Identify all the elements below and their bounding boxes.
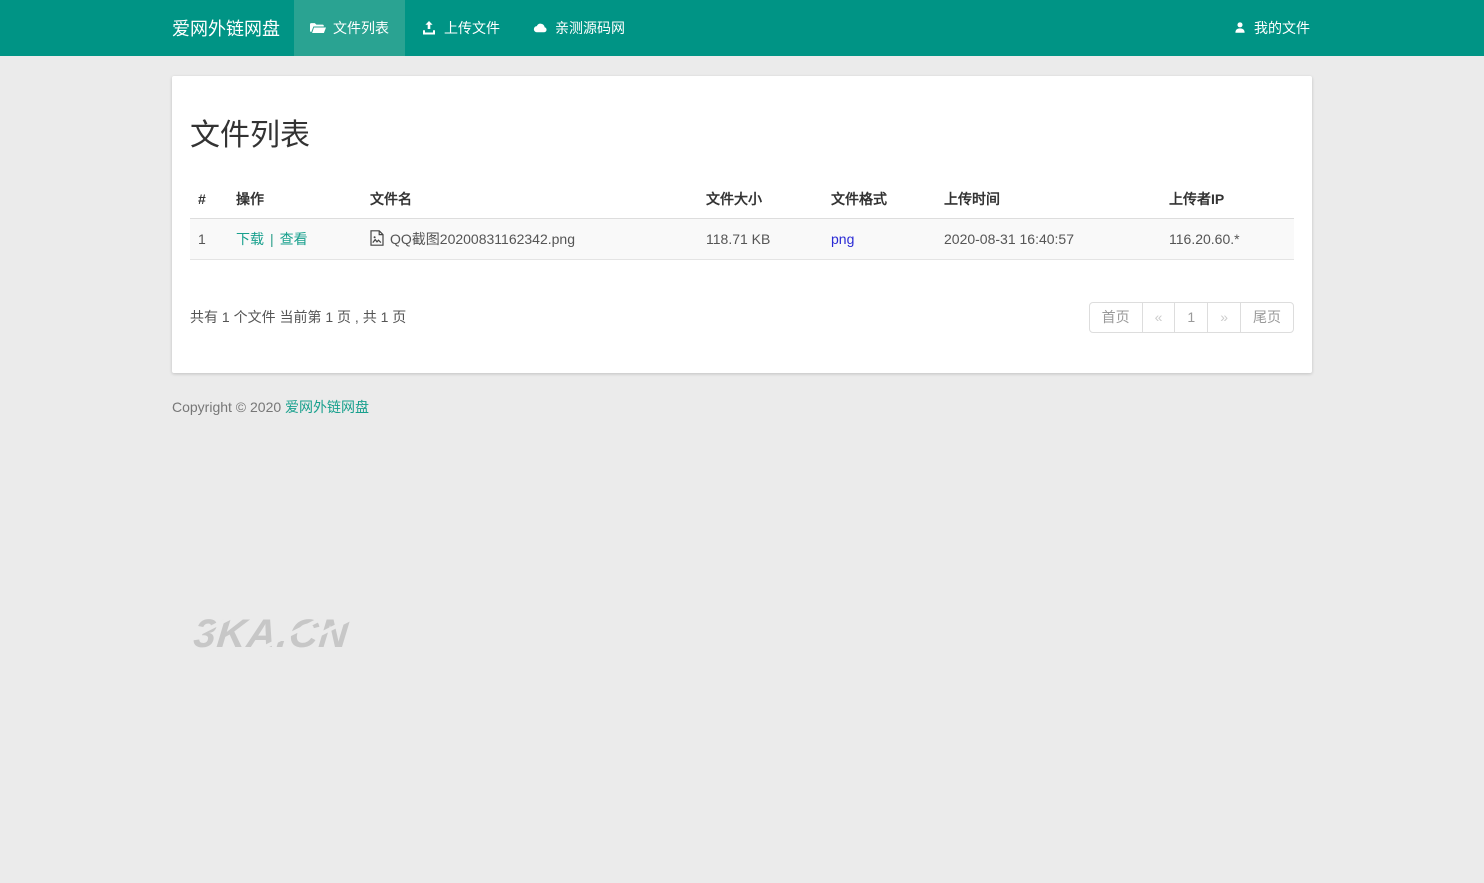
pagination-prev-button[interactable]: « xyxy=(1142,302,1176,333)
table-header-row: # 操作 文件名 文件大小 文件格式 上传时间 上传者IP xyxy=(190,180,1294,219)
pagination-last-button[interactable]: 尾页 xyxy=(1240,302,1294,333)
watermark-text: 3KA.CN xyxy=(192,612,352,656)
nav-item-source-site[interactable]: 亲测源码网 xyxy=(516,0,641,56)
header-file-format: 文件格式 xyxy=(823,180,936,219)
row-uploader-ip: 116.20.60.* xyxy=(1161,219,1294,260)
file-count-summary: 共有 1 个文件 当前第 1 页 , 共 1 页 xyxy=(190,307,406,327)
nav-item-label: 亲测源码网 xyxy=(555,18,625,38)
header-upload-time: 上传时间 xyxy=(936,180,1161,219)
header-file-name: 文件名 xyxy=(362,180,698,219)
row-index: 1 xyxy=(190,219,228,260)
nav-item-file-list[interactable]: 文件列表 xyxy=(294,0,405,56)
format-link[interactable]: png xyxy=(831,231,854,247)
view-link[interactable]: 查看 xyxy=(280,231,308,247)
row-actions: 下载 | 查看 xyxy=(228,219,362,260)
cloud-icon xyxy=(532,20,548,36)
header-uploader-ip: 上传者IP xyxy=(1161,180,1294,219)
nav-item-label: 文件列表 xyxy=(333,18,389,38)
file-list-card: 文件列表 # 操作 文件名 文件大小 文件格式 上传时间 上传者IP 1 下载 |… xyxy=(172,76,1312,373)
row-file-name: QQ截图20200831162342.png xyxy=(362,219,698,260)
footer-site-link[interactable]: 爱网外链网盘 xyxy=(285,399,369,415)
row-upload-time: 2020-08-31 16:40:57 xyxy=(936,219,1161,260)
folder-open-icon xyxy=(310,20,326,36)
action-separator: | xyxy=(270,231,274,247)
download-link[interactable]: 下载 xyxy=(236,231,264,247)
page-title: 文件列表 xyxy=(190,110,1294,154)
main-nav: 文件列表 上传文件 亲测源码网 xyxy=(294,0,641,56)
page-footer: Copyright © 2020 爱网外链网盘 xyxy=(172,397,1312,417)
pagination-first-button[interactable]: 首页 xyxy=(1089,302,1143,333)
watermark-logo: 3KA.CN xyxy=(192,612,352,657)
pagination-next-button[interactable]: » xyxy=(1207,302,1241,333)
pagination-page-1-button[interactable]: 1 xyxy=(1174,302,1208,333)
row-file-format: png xyxy=(823,219,936,260)
nav-item-my-files[interactable]: 我的文件 xyxy=(1231,0,1312,56)
header-index: # xyxy=(190,180,228,219)
user-icon xyxy=(1233,21,1247,35)
file-name-text: QQ截图20200831162342.png xyxy=(390,229,575,249)
copyright-text: Copyright © 2020 xyxy=(172,399,281,415)
header-file-size: 文件大小 xyxy=(698,180,823,219)
upload-icon xyxy=(421,20,437,36)
top-navbar: 爱网外链网盘 文件列表 上传文件 亲测源码网 xyxy=(0,0,1484,56)
header-actions: 操作 xyxy=(228,180,362,219)
nav-item-label: 我的文件 xyxy=(1254,18,1310,38)
pagination: 首页 « 1 » 尾页 xyxy=(1089,302,1294,333)
brand-title[interactable]: 爱网外链网盘 xyxy=(172,0,294,56)
file-image-icon xyxy=(370,230,384,249)
table-row: 1 下载 | 查看 QQ截图20200831162342.png 118.71 KB xyxy=(190,219,1294,260)
row-file-size: 118.71 KB xyxy=(698,219,823,260)
file-table: # 操作 文件名 文件大小 文件格式 上传时间 上传者IP 1 下载 | 查看 xyxy=(190,180,1294,260)
nav-item-label: 上传文件 xyxy=(444,18,500,38)
nav-item-upload[interactable]: 上传文件 xyxy=(405,0,516,56)
